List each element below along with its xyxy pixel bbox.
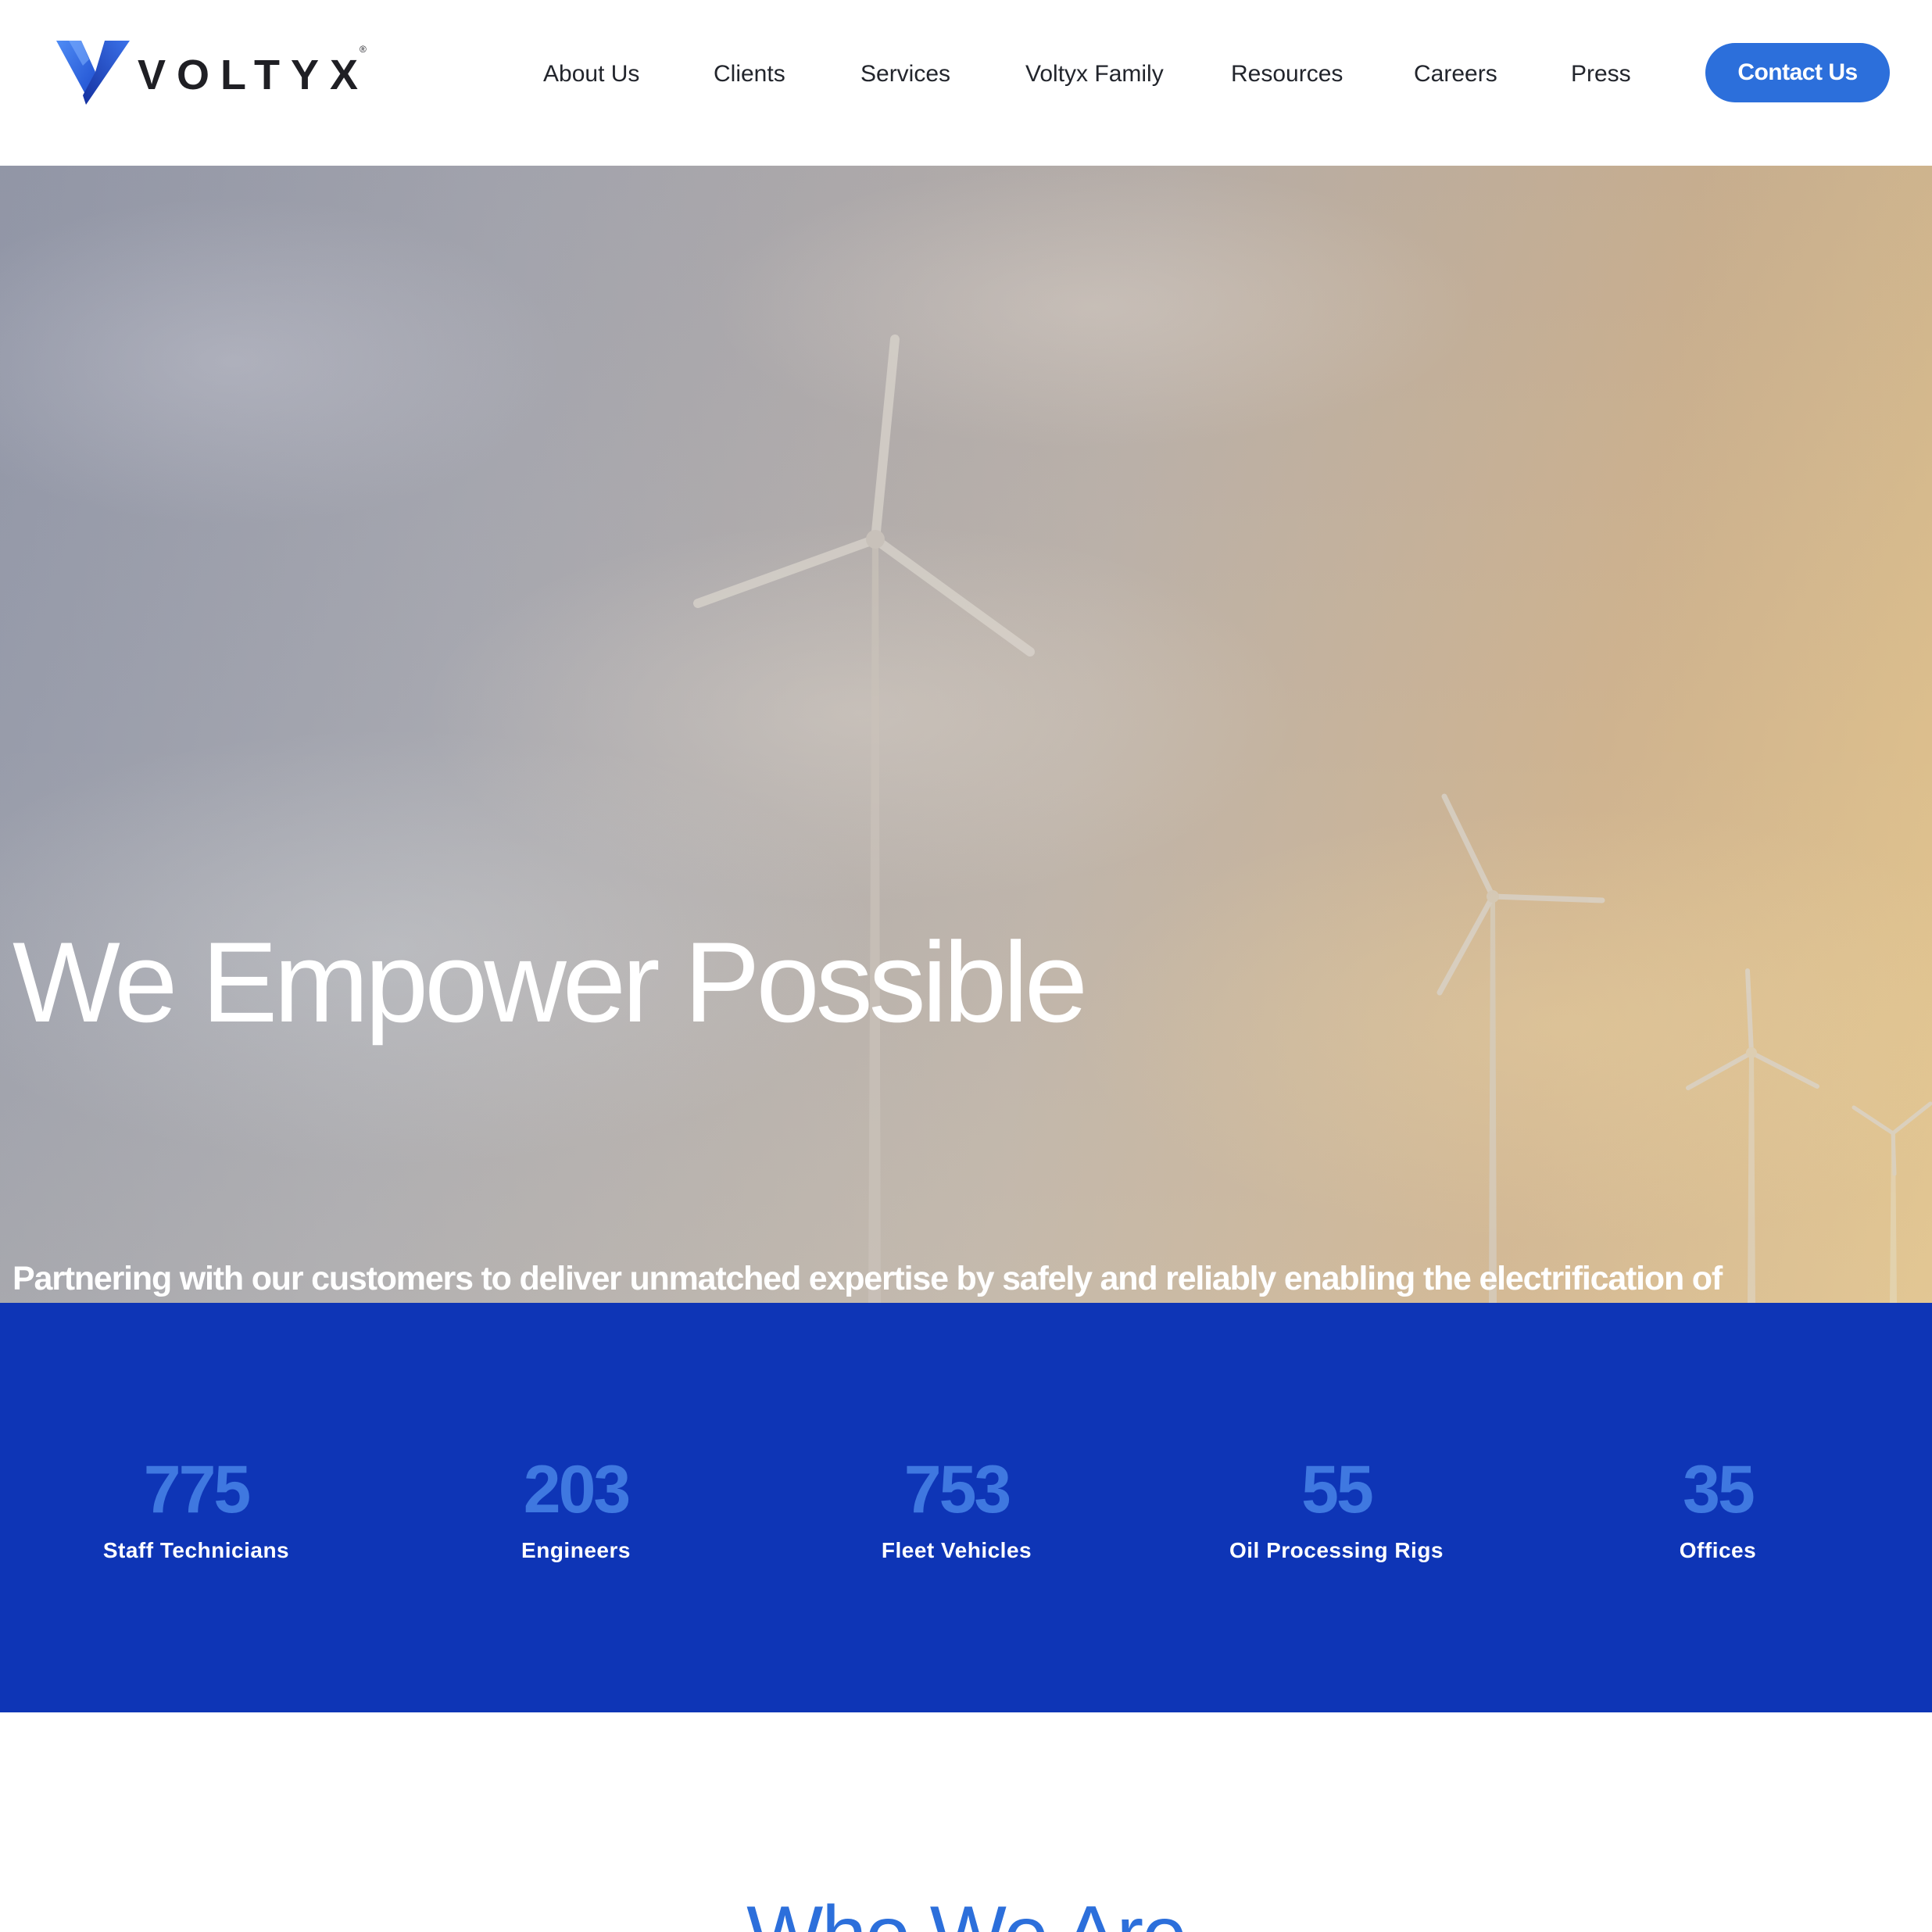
nav-clients[interactable]: Clients <box>714 55 785 94</box>
who-we-are-heading: Who We Are <box>0 1891 1932 1932</box>
hero-title: We Empower Possible <box>13 918 1088 1046</box>
hero-subtitle: Partnering with our customers to deliver… <box>13 1260 1723 1297</box>
stat-value: 203 <box>523 1452 631 1527</box>
nav-voltyx-family[interactable]: Voltyx Family <box>1025 55 1164 94</box>
voltyx-logo[interactable]: VOLTYX ® <box>55 38 376 108</box>
nav-about-us[interactable]: About Us <box>543 55 639 94</box>
hero-section: We Empower Possible Partnering with our … <box>0 166 1932 1303</box>
stat-label: Engineers <box>521 1538 631 1562</box>
brand-name: VOLTYX <box>138 52 370 98</box>
nav-press[interactable]: Press <box>1571 55 1631 94</box>
stat-value: 35 <box>1683 1452 1755 1527</box>
stat-value: 55 <box>1301 1452 1374 1527</box>
stat-label: Offices <box>1679 1538 1757 1562</box>
stat-oil-processing-rigs: 55 Oil Processing Rigs <box>1149 1456 1524 1564</box>
site-header: VOLTYX ® About Us Clients Services Volty… <box>0 0 1932 166</box>
stat-value: 775 <box>143 1452 252 1527</box>
stat-offices: 35 Offices <box>1530 1456 1905 1564</box>
stat-engineers: 203 Engineers <box>388 1456 764 1564</box>
stat-label: Oil Processing Rigs <box>1229 1538 1444 1562</box>
stat-staff-technicians: 775 Staff Technicians <box>9 1456 384 1564</box>
stat-fleet-vehicles: 753 Fleet Vehicles <box>769 1456 1144 1564</box>
nav-resources[interactable]: Resources <box>1231 55 1343 94</box>
stat-label: Staff Technicians <box>102 1538 290 1562</box>
stat-label: Fleet Vehicles <box>881 1538 1032 1562</box>
stats-band: 775 Staff Technicians 203 Engineers 753 … <box>0 1303 1932 1712</box>
who-we-are-section: Who We Are <box>0 1712 1932 1932</box>
contact-us-button[interactable]: Contact Us <box>1705 43 1890 102</box>
registered-mark: ® <box>360 44 367 55</box>
nav-careers[interactable]: Careers <box>1414 55 1497 94</box>
wind-turbines-image <box>693 335 1932 1303</box>
stat-value: 753 <box>903 1452 1012 1527</box>
nav-services[interactable]: Services <box>860 55 950 94</box>
voltyx-logo-mark-icon <box>56 41 130 105</box>
